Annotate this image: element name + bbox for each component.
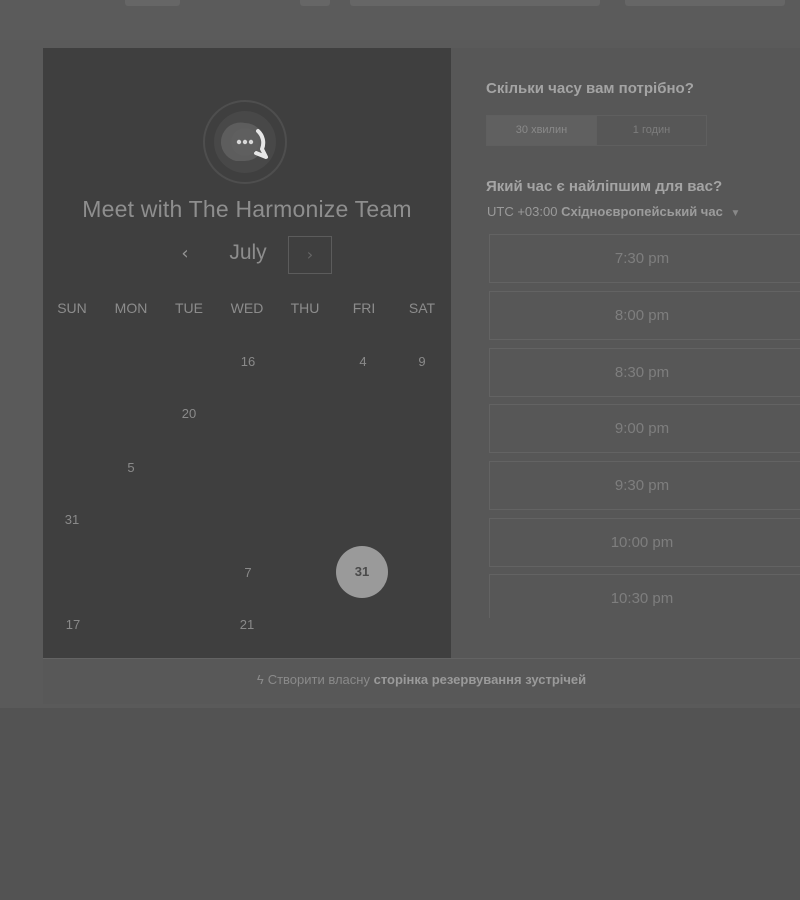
selected-calendar-day[interactable]: 31	[336, 546, 388, 598]
calendar-day[interactable]: 31	[52, 512, 92, 527]
chevron-left-icon[interactable]: ‹	[175, 244, 195, 264]
weekday-header: SAT	[408, 300, 436, 316]
chevron-right-icon[interactable]: ›	[288, 236, 332, 274]
weekday-header: TUE	[175, 300, 203, 316]
calendar-day[interactable]: 5	[111, 460, 151, 475]
time-slot-button[interactable]: 8:30 pm	[489, 348, 800, 397]
calendar-day[interactable]: 4	[343, 354, 383, 369]
timezone-selector[interactable]: UTC +03:00 Східноєвропейський час ▼	[487, 204, 740, 219]
time-slot-button[interactable]: 10:00 pm	[489, 518, 800, 567]
duration-option-30[interactable]: 30 хвилин	[487, 116, 597, 145]
avatar	[203, 100, 287, 184]
duration-toggle: 30 хвилин 1 годин	[486, 115, 707, 146]
calendar-day[interactable]: 9	[402, 354, 442, 369]
timezone-offset: UTC +03:00	[487, 204, 558, 219]
time-slot-button[interactable]: 10:30 pm	[489, 574, 800, 618]
weekday-header: SUN	[57, 300, 87, 316]
timezone-name: Східноєвропейський час	[561, 204, 723, 219]
calendar-day[interactable]: 17	[53, 617, 93, 632]
time-question: Який час є найліпшим для вас?	[486, 178, 723, 195]
time-selection-panel: Скільки часу вам потрібно? 30 хвилин 1 г…	[451, 48, 800, 658]
footer-prefix: Створити власну	[267, 672, 370, 687]
weekday-header: WED	[230, 300, 264, 316]
top-header-strip	[0, 0, 800, 40]
time-slot-list[interactable]: 7:30 pm 8:00 pm 8:30 pm 9:00 pm 9:30 pm …	[489, 234, 800, 618]
calendar-panel: Meet with The Harmonize Team ‹ July › SU…	[43, 48, 451, 658]
footer-link[interactable]: сторінка резервування зустрічей	[374, 672, 587, 687]
time-slot-button[interactable]: 9:30 pm	[489, 461, 800, 510]
booking-page: Meet with The Harmonize Team ‹ July › SU…	[0, 0, 800, 900]
weekday-header: FRI	[352, 300, 376, 316]
calendar-day[interactable]: 16	[228, 354, 268, 369]
calendar-month: July	[229, 241, 267, 264]
calendar-day[interactable]: 21	[227, 617, 267, 632]
weekday-header: MON	[114, 300, 148, 316]
duration-question: Скільки часу вам потрібно?	[486, 80, 694, 97]
footer-promo[interactable]: ϟ Створити власну сторінка резервування з…	[43, 658, 800, 704]
time-slot-button[interactable]: 9:00 pm	[489, 404, 800, 453]
duration-option-60[interactable]: 1 годин	[597, 116, 706, 145]
weekday-header: THU	[290, 300, 320, 316]
caret-down-icon: ▼	[730, 208, 741, 219]
calendar-day[interactable]: 20	[169, 406, 209, 421]
hubspot-sprocket-icon: ϟ	[256, 672, 264, 687]
chat-bubble-logo-icon	[214, 111, 276, 173]
time-slot-button[interactable]: 7:30 pm	[489, 234, 800, 283]
meeting-title: Meet with The Harmonize Team	[82, 196, 412, 222]
time-slot-button[interactable]: 8:00 pm	[489, 291, 800, 340]
calendar-day[interactable]: 7	[228, 565, 268, 580]
meeting-booking-card: Meet with The Harmonize Team ‹ July › SU…	[43, 48, 800, 658]
